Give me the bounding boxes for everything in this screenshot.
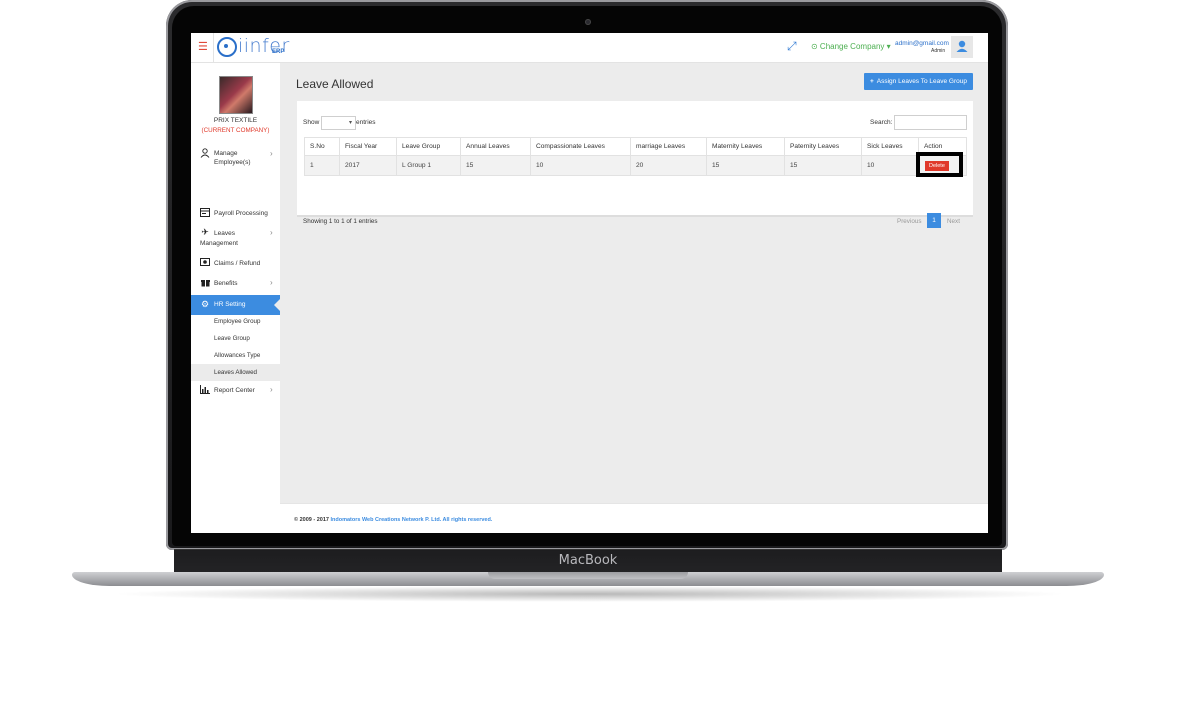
plane-icon: ✈ [201,227,209,237]
column-header[interactable]: Sick Leaves [861,137,919,156]
sidebar-item-report-center[interactable]: Report Center › [191,385,280,397]
gear-icon: ⚙ [200,299,210,309]
sidebar-item-leaves-management[interactable]: ✈ Leaves Management › [191,228,280,250]
plus-icon: + [869,78,874,85]
column-header[interactable]: marriage Leaves [630,137,707,156]
sidebar: PRIX TEXTILE (CURRENT COMPANY) Manage Em… [191,63,280,533]
sidebar-item-label: Manage Employee(s) [214,150,251,166]
column-header[interactable]: Fiscal Year [339,137,397,156]
page-title: Leave Allowed [296,77,374,91]
company-photo [219,76,253,114]
chevron-right-icon: › [270,149,273,158]
hamburger-menu-icon[interactable]: ☰ [198,41,208,53]
logo-dot-icon [224,44,228,48]
chevron-right-icon: › [270,278,273,287]
laptop-notch [488,572,688,579]
footer-company-link[interactable]: Indomators Web Creations Network P. Ltd.… [330,517,492,523]
company-name: PRIX TEXTILE [213,117,258,124]
table-header-row: S.No Fiscal Year Leave Group Annual Leav… [304,137,967,156]
gift-icon [200,278,210,289]
leaves-table: S.No Fiscal Year Leave Group Annual Leav… [304,137,967,176]
column-header[interactable]: Leave Group [396,137,461,156]
user-role: Admin [931,48,946,54]
camera-icon [585,19,591,25]
showing-entries-info: Showing 1 to 1 of 1 entries [303,218,378,225]
laptop-shadow [110,586,1070,602]
copyright-text: © 2009 - 2017 [294,517,329,523]
sidebar-subitem-employee-group[interactable]: Employee Group [191,313,280,330]
table-row: 1 2017 L Group 1 15 10 20 15 15 10 Delet… [304,155,967,176]
user-icon [956,40,968,52]
sidebar-subitem-label: Employee Group [214,318,261,325]
sidebar-item-payroll-processing[interactable]: Payroll Processing › [191,208,280,220]
table-cell: 20 [630,155,707,176]
bar-chart-icon [200,385,210,396]
table-cell: 15 [784,155,862,176]
table-cell: 10 [861,155,919,176]
user-email[interactable]: admin@gmail.com [895,40,949,47]
pagination-next[interactable]: Next [947,218,960,225]
search-input[interactable] [894,115,967,130]
sidebar-subitem-leave-group[interactable]: Leave Group [191,330,280,347]
app-screen: ☰ iinfer ERP ⤢ ⊙ Change Company ▾ admin@… [191,33,988,533]
active-pointer [274,299,280,311]
sidebar-subitem-label: Leaves Allowed [214,369,257,376]
column-header[interactable]: Annual Leaves [460,137,531,156]
sidebar-item-label: HR Setting [214,301,246,308]
footer-text: © 2009 - 2017 Indomators Web Creations N… [294,517,492,523]
sidebar-item-label: Payroll Processing [214,210,268,217]
sidebar-item-label: Report Center [214,387,255,394]
user-icon [200,148,210,160]
sidebar-subitem-label: Allowances Type [214,352,261,359]
chevron-right-icon: › [270,228,273,237]
leave-allowed-panel: Show ▾ entries Search: S.No Fiscal Year … [297,101,973,228]
chevron-right-icon: › [270,385,273,394]
entries-per-page-select[interactable]: ▾ [321,116,356,130]
entries-label: entries [356,119,376,126]
table-cell: 15 [706,155,785,176]
search-label: Search: [870,119,893,126]
table-cell: 10 [530,155,631,176]
sidebar-item-manage-employees[interactable]: Manage Employee(s) › [191,147,280,169]
show-label: Show [303,119,320,126]
table-cell: 1 [304,155,340,176]
table-cell: L Group 1 [396,155,461,176]
sidebar-item-benefits[interactable]: Benefits › [191,278,280,290]
sidebar-subitem-label: Leave Group [214,335,250,342]
column-header[interactable]: Maternity Leaves [706,137,785,156]
footer: © 2009 - 2017 Indomators Web Creations N… [280,503,988,533]
sidebar-item-claims-refund[interactable]: Claims / Refund [191,258,280,270]
table-cell: 2017 [339,155,397,176]
column-header[interactable]: S.No [304,137,340,156]
user-avatar[interactable] [951,36,973,58]
column-header[interactable]: Compassionate Leaves [530,137,631,156]
assign-leaves-button[interactable]: + Assign Leaves To Leave Group [864,73,973,90]
sidebar-subitem-allowances-type[interactable]: Allowances Type [191,347,280,364]
sidebar-item-hr-setting[interactable]: ⚙ HR Setting [191,295,280,315]
change-company-dropdown[interactable]: ⊙ Change Company ▾ [811,42,891,51]
sidebar-item-label: Benefits [214,280,238,287]
sidebar-item-label: Claims / Refund [214,260,261,267]
chevron-down-icon: ▾ [348,120,352,126]
top-bar: ☰ iinfer ERP ⤢ ⊙ Change Company ▾ admin@… [191,33,988,63]
fullscreen-expand-icon[interactable]: ⤢ [787,40,799,52]
pagination-page-current[interactable]: 1 [927,213,941,228]
brand-sub: ERP [272,49,285,55]
pagination-previous[interactable]: Previous [897,218,922,225]
assign-leaves-label: Assign Leaves To Leave Group [876,78,967,85]
column-header[interactable]: Paternity Leaves [784,137,862,156]
current-company-tag: (CURRENT COMPANY) [201,127,270,134]
logo-divider [213,33,214,62]
delete-highlight-box [916,152,963,177]
money-icon [200,258,210,268]
sidebar-subitem-leaves-allowed[interactable]: Leaves Allowed [191,364,280,381]
sidebar-item-label-line2: Management [200,240,238,247]
device-label: MacBook [174,549,1002,572]
table-cell: 15 [460,155,531,176]
sidebar-item-label-line1: Leaves [214,230,235,237]
payroll-icon [200,208,210,219]
